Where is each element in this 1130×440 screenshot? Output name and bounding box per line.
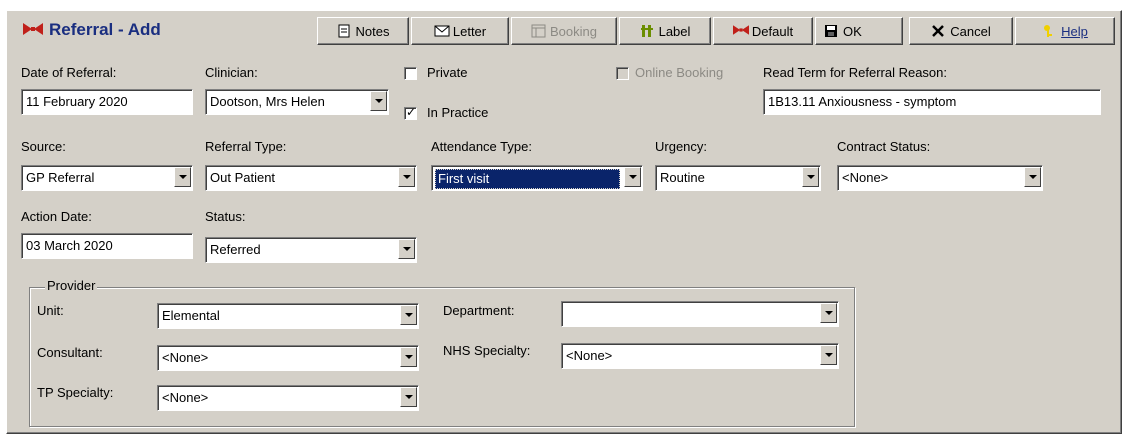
nhs-specialty-select[interactable]: <None>	[561, 343, 839, 369]
referral-add-dialog: Referral - Add Notes Letter Booking Labe…	[6, 10, 1122, 434]
booking-button[interactable]: Booking	[511, 17, 617, 45]
nhs-specialty-label: NHS Specialty:	[443, 343, 531, 358]
window-title: Referral - Add	[49, 20, 161, 39]
source-select[interactable]: GP Referral	[21, 165, 193, 191]
default-button[interactable]: Default	[713, 17, 813, 45]
urgency-select[interactable]: Routine	[655, 165, 821, 191]
nhs-specialty-value: <None>	[566, 348, 613, 363]
letter-button[interactable]: Letter	[411, 17, 509, 45]
action-date-field[interactable]: 03 March 2020	[21, 233, 193, 259]
notes-button[interactable]: Notes	[317, 17, 409, 45]
save-disk-icon	[824, 24, 838, 38]
cancel-label: Cancel	[950, 23, 991, 39]
default-label: Default	[751, 23, 794, 39]
provider-legend: Provider	[45, 278, 98, 293]
online-booking-checkbox	[616, 67, 629, 80]
close-icon	[931, 24, 945, 38]
tp-specialty-value: <None>	[162, 390, 209, 405]
letter-label: Letter	[452, 23, 487, 39]
help-label: Help	[1061, 23, 1088, 39]
chevron-down-icon[interactable]	[802, 167, 819, 187]
private-checkbox[interactable]	[404, 67, 417, 80]
consultant-select[interactable]: <None>	[157, 345, 419, 371]
clinician-label: Clinician:	[205, 65, 258, 80]
tp-specialty-select[interactable]: <None>	[157, 385, 419, 411]
in-practice-label[interactable]: In Practice	[427, 105, 488, 120]
in-practice-checkbox[interactable]	[404, 105, 417, 120]
urgency-label: Urgency:	[655, 139, 708, 154]
cancel-button[interactable]: Cancel	[909, 17, 1013, 45]
key-help-icon	[1042, 24, 1056, 38]
chevron-down-icon[interactable]	[398, 239, 415, 259]
label-icon	[640, 24, 654, 38]
attendance-type-value: First visit	[435, 169, 620, 189]
read-term-field[interactable]: 1B13.11 Anxiousness - symptom	[763, 89, 1101, 115]
referral-icon	[23, 23, 43, 38]
contract-status-value: <None>	[842, 170, 889, 185]
date-of-referral-label: Date of Referral:	[21, 65, 117, 80]
referral-type-select[interactable]: Out Patient	[205, 165, 417, 191]
date-of-referral-field[interactable]: 11 February 2020	[21, 89, 193, 115]
chevron-down-icon[interactable]	[624, 167, 641, 187]
tp-specialty-label: TP Specialty:	[37, 385, 114, 400]
chevron-down-icon[interactable]	[174, 167, 191, 187]
notes-icon	[337, 24, 351, 38]
unit-select[interactable]: Elemental	[157, 303, 419, 329]
unit-value: Elemental	[162, 308, 220, 323]
chevron-down-icon[interactable]	[370, 91, 387, 111]
department-label: Department:	[443, 303, 515, 318]
status-value: Referred	[210, 242, 261, 257]
booking-icon	[531, 24, 546, 38]
default-icon	[732, 24, 749, 38]
referral-type-value: Out Patient	[210, 170, 276, 185]
consultant-label: Consultant:	[37, 345, 103, 360]
clinician-select[interactable]: Dootson, Mrs Helen	[205, 89, 389, 115]
chevron-down-icon[interactable]	[400, 305, 417, 325]
status-select[interactable]: Referred	[205, 237, 417, 263]
label-label: Label	[658, 23, 691, 39]
online-booking-label: Online Booking	[635, 65, 724, 80]
toolbar: Referral - Add Notes Letter Booking Labe…	[9, 13, 1119, 47]
ok-label: OK	[843, 23, 862, 39]
urgency-value: Routine	[660, 170, 705, 185]
chevron-down-icon[interactable]	[398, 167, 415, 187]
envelope-icon	[434, 24, 450, 38]
chevron-down-icon[interactable]	[820, 303, 837, 323]
attendance-type-label: Attendance Type:	[431, 139, 532, 154]
consultant-value: <None>	[162, 350, 209, 365]
read-term-label: Read Term for Referral Reason:	[763, 65, 948, 80]
contract-status-label: Contract Status:	[837, 139, 931, 154]
help-button[interactable]: Help	[1015, 17, 1115, 45]
chevron-down-icon[interactable]	[400, 387, 417, 407]
attendance-type-select[interactable]: First visit	[431, 165, 643, 191]
department-select[interactable]	[561, 301, 839, 327]
notes-label: Notes	[355, 23, 390, 39]
chevron-down-icon[interactable]	[1024, 167, 1041, 187]
unit-label: Unit:	[37, 303, 64, 318]
ok-button[interactable]: OK	[815, 17, 903, 45]
status-label: Status:	[205, 209, 246, 224]
clinician-value: Dootson, Mrs Helen	[210, 94, 325, 109]
action-date-label: Action Date:	[21, 209, 92, 224]
private-label[interactable]: Private	[427, 65, 467, 80]
chevron-down-icon[interactable]	[820, 345, 837, 365]
referral-type-label: Referral Type:	[205, 139, 287, 154]
label-button[interactable]: Label	[619, 17, 711, 45]
source-label: Source:	[21, 139, 66, 154]
source-value: GP Referral	[26, 170, 95, 185]
contract-status-select[interactable]: <None>	[837, 165, 1043, 191]
chevron-down-icon[interactable]	[400, 347, 417, 367]
booking-label: Booking	[550, 23, 597, 39]
